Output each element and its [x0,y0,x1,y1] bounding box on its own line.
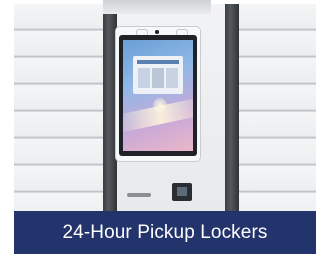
kiosk-screen [123,40,193,151]
product-card[interactable]: 24-Hour Pickup Lockers [0,0,322,257]
scanner-window [177,187,187,196]
locker-frame-post [103,4,117,211]
screen-ui-tile [152,68,164,88]
screen-glow [153,98,167,112]
screen-ui-panel [133,56,183,94]
kiosk-top-band [103,0,211,14]
screen-ui-tile [138,68,150,88]
camera-icon [155,30,159,34]
locker-doors-right [239,4,316,211]
screen-ui-tile [166,68,178,88]
screen-ui-header [137,60,179,64]
locker-doors-left [14,4,103,211]
caption-banner: 24-Hour Pickup Lockers [14,211,316,254]
card-reader [172,183,192,201]
caption-text: 24-Hour Pickup Lockers [62,221,268,243]
locker-frame-post [225,4,239,211]
receipt-slot [127,193,151,197]
